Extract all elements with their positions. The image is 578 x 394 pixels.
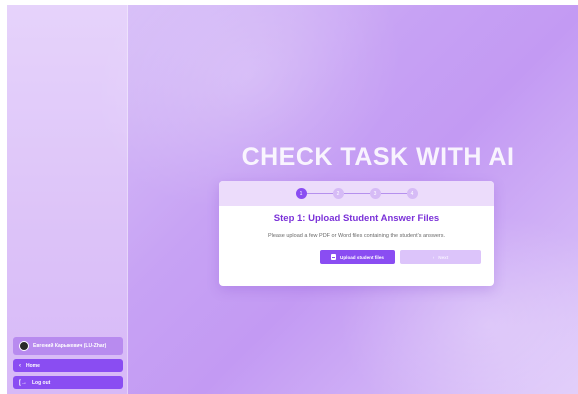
- stepper: 1 2 3 4: [219, 181, 494, 206]
- upload-label: Upload student files: [340, 254, 384, 260]
- file-icon: [331, 254, 337, 260]
- step-indicator-4[interactable]: 4: [406, 188, 418, 199]
- upload-student-files-button[interactable]: Upload student files: [320, 250, 395, 264]
- step-description: Please upload a few PDF or Word files co…: [267, 233, 446, 239]
- step-indicator-1[interactable]: 1: [295, 188, 307, 199]
- chevron-left-icon: ‹: [19, 362, 21, 369]
- step-title: Step 1: Upload Student Answer Files: [273, 213, 440, 224]
- logout-label: Log out: [32, 379, 51, 386]
- user-profile[interactable]: Евгений Карыкевич (LU-Zhar): [13, 337, 123, 355]
- chevron-right-icon: ›: [432, 254, 435, 260]
- step-indicator-3[interactable]: 3: [369, 188, 381, 199]
- wizard-card: 1 2 3 4 Step 1: Upload Student Answer Fi…: [219, 181, 494, 286]
- home-button[interactable]: ‹ Home: [13, 359, 123, 372]
- main-content: CHECK TASK WITH AI 1 2 3 4 Step 1: Uploa…: [128, 5, 578, 394]
- step-connector: [306, 193, 333, 194]
- home-label: Home: [26, 362, 40, 369]
- page-title: CHECK TASK WITH AI: [241, 142, 515, 171]
- next-label: Next: [438, 254, 449, 260]
- app-window: Евгений Карыкевич (LU-Zhar) ‹ Home [→ Lo…: [7, 5, 578, 394]
- logout-icon: [→: [19, 379, 27, 386]
- wizard-actions: Upload student files › Next: [219, 250, 494, 264]
- avatar: [19, 341, 29, 351]
- sidebar-footer: Евгений Карыкевич (LU-Zhar) ‹ Home [→ Lo…: [13, 337, 123, 389]
- logout-button[interactable]: [→ Log out: [13, 376, 123, 389]
- step-connector: [343, 193, 370, 194]
- step-indicator-2[interactable]: 2: [332, 188, 344, 199]
- next-button[interactable]: › Next: [400, 250, 481, 264]
- step-content: Step 1: Upload Student Answer Files Plea…: [219, 206, 494, 264]
- user-name: Евгений Карыкевич (LU-Zhar): [33, 343, 107, 349]
- step-connector: [380, 193, 407, 194]
